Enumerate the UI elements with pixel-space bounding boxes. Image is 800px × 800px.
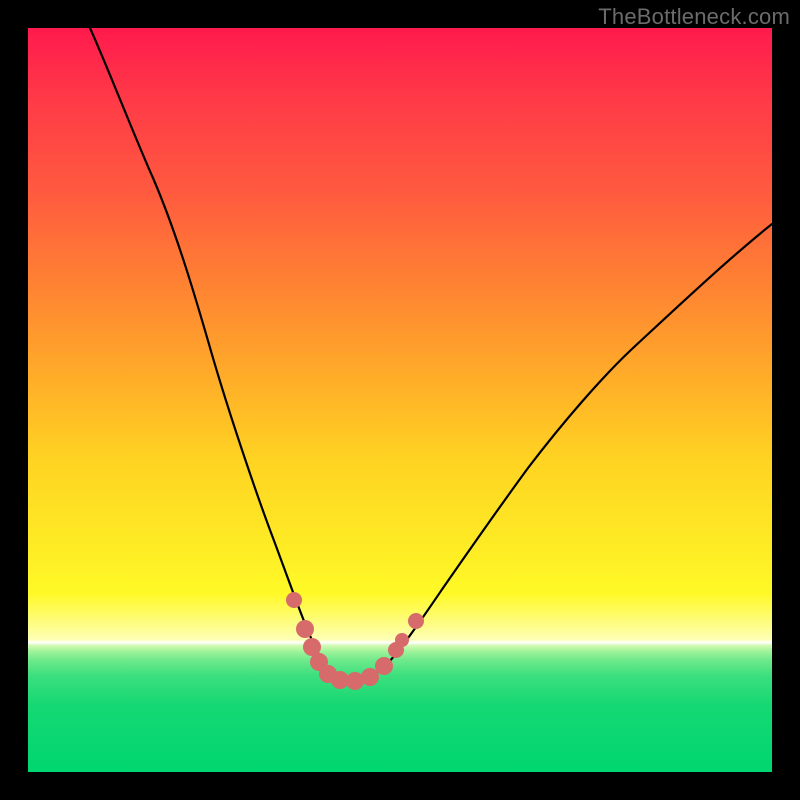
marker-right-single [408, 613, 424, 629]
plot-svg [28, 28, 772, 772]
marker-left-cluster-1 [286, 592, 302, 608]
marker-flat-4 [361, 668, 379, 686]
marker-right-cluster-3 [395, 633, 409, 647]
bottleneck-curve [90, 28, 772, 681]
plot-area [28, 28, 772, 772]
marker-left-cluster-2 [296, 620, 314, 638]
watermark-text: TheBottleneck.com [598, 4, 790, 30]
marker-group [286, 592, 424, 690]
marker-right-cluster-1 [375, 657, 393, 675]
